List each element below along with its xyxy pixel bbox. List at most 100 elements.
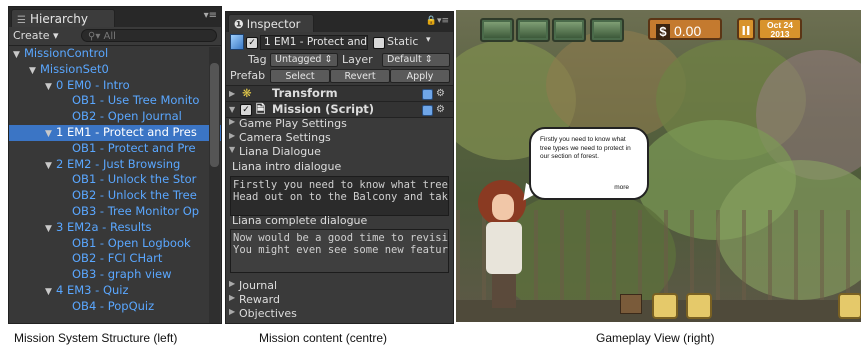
help-icon[interactable]	[422, 105, 433, 116]
hierarchy-item[interactable]: ▼ MissionControl	[9, 46, 221, 62]
hierarchy-item-label: OB1 - Unlock the Stor	[72, 172, 197, 187]
speech-more-link[interactable]: more	[614, 184, 629, 193]
expand-arrow-icon[interactable]: ▼	[45, 80, 56, 94]
lock-icon[interactable]: 🔒▾≡	[426, 16, 449, 26]
expand-arrow-icon[interactable]: ▼	[45, 222, 56, 236]
foldout-camera-settings[interactable]: ▶ Camera Settings	[226, 131, 453, 145]
hierarchy-item[interactable]: ▼ 2 EM2 - Just Browsing	[9, 157, 221, 173]
hierarchy-item-label: MissionSet0	[40, 61, 109, 76]
search-input[interactable]: ⚲▾ All	[81, 29, 217, 42]
hierarchy-item-label: OB1 - Open Logbook	[72, 235, 191, 250]
locked-item-icon[interactable]	[652, 293, 678, 319]
mission-script-header[interactable]: ▼ ✓ 🗎 Mission (Script) ⚙	[226, 101, 453, 118]
hierarchy-item[interactable]: ▼ 1 EM1 - Protect and Pres	[9, 124, 221, 141]
create-dropdown[interactable]: Create ▾	[13, 28, 59, 44]
money-display: $0.00	[648, 18, 722, 40]
foldout-liana-dialogue[interactable]: ▼ Liana Dialogue	[226, 145, 453, 159]
speech-bubble-text: Firstly you need to know what tree types…	[540, 136, 631, 160]
hierarchy-item[interactable]: ▼ 3 EM2a - Results	[9, 220, 221, 236]
speech-bubble[interactable]: Firstly you need to know what tree types…	[529, 127, 649, 200]
hierarchy-item-label: 3 EM2a - Results	[56, 219, 152, 234]
hierarchy-item[interactable]: ▼ 0 EM0 - Intro	[9, 78, 221, 94]
hierarchy-item[interactable]: ▼ 4 EM3 - Quiz	[9, 283, 221, 299]
expand-arrow-icon: ▶	[229, 293, 236, 302]
static-label: Static	[387, 35, 419, 48]
reward-label: Reward	[239, 293, 280, 306]
hierarchy-item-label: 2 EM2 - Just Browsing	[56, 156, 181, 171]
hierarchy-item[interactable]: OB4 - PopQuiz	[9, 299, 221, 315]
foldout-game-play-settings[interactable]: ▶ Game Play Settings	[226, 117, 453, 131]
money-value: 0.00	[674, 23, 702, 39]
gear-icon[interactable]: ⚙	[436, 102, 445, 117]
expand-arrow-icon[interactable]: ▼	[45, 159, 56, 173]
hierarchy-panel: ☰ Hierarchy ▾≡ Create ▾ ⚲▾ All ▼ MissionCo…	[8, 6, 222, 324]
expand-arrow-icon: ▶	[229, 279, 236, 288]
game-view[interactable]: $0.00 II Oct 24 2013 Firstly you need to …	[456, 10, 861, 322]
journal-label: Journal	[239, 279, 278, 292]
static-checkbox[interactable]	[373, 37, 385, 49]
hierarchy-item[interactable]: OB2 - FCI CHart	[9, 251, 221, 267]
static-dropdown-icon[interactable]: ▾	[426, 35, 431, 45]
object-name-field[interactable]: 1 EM1 - Protect and Pr	[260, 35, 368, 50]
locked-item-icon[interactable]	[838, 293, 861, 319]
liana-complete-label: Liana complete dialogue	[226, 214, 453, 228]
locked-item-icon[interactable]	[686, 293, 712, 319]
hierarchy-item-label: 1 EM1 - Protect and Pres	[56, 124, 197, 139]
inspector-panel: ❶Inspector 🔒▾≡ ✓ 1 EM1 - Protect and Pr …	[225, 11, 454, 324]
script-enabled-checkbox[interactable]: ✓	[240, 104, 252, 116]
prefab-label: Prefab	[230, 69, 266, 82]
layer-dropdown[interactable]: Default ⇕	[382, 53, 450, 67]
tag-dropdown[interactable]: Untagged ⇕	[270, 53, 338, 67]
prefab-revert-button[interactable]: Revert	[330, 69, 390, 83]
hud-map-tile[interactable]	[480, 18, 514, 42]
object-header: ✓ 1 EM1 - Protect and Pr Static ▾	[226, 34, 453, 52]
hierarchy-item-label: MissionControl	[24, 46, 109, 60]
pause-button[interactable]: II	[737, 18, 755, 40]
help-icon[interactable]	[422, 89, 433, 100]
expand-arrow-icon[interactable]: ▼	[45, 127, 56, 141]
caption-centre: Mission content (centre)	[259, 331, 388, 345]
hierarchy-item[interactable]: OB3 - graph view	[9, 267, 221, 283]
foldout-reward[interactable]: ▶ Reward	[226, 293, 453, 307]
prefab-apply-button[interactable]: Apply	[390, 69, 450, 83]
active-checkbox[interactable]: ✓	[246, 37, 258, 49]
scrollbar-thumb[interactable]	[210, 63, 219, 167]
hierarchy-item[interactable]: OB1 - Use Tree Monito	[9, 93, 221, 109]
panel-menu-icon[interactable]: ▾≡	[204, 10, 217, 21]
money-symbol: $	[656, 24, 670, 40]
hierarchy-item-label: OB2 - Open Journal	[72, 109, 182, 124]
character-coat	[486, 222, 522, 274]
gear-icon[interactable]: ⚙	[436, 86, 445, 101]
hierarchy-item[interactable]: OB1 - Protect and Pre	[9, 141, 221, 157]
hierarchy-item[interactable]: OB3 - Tree Monitor Op	[9, 204, 221, 220]
hierarchy-item[interactable]: ▼ MissionSet0	[9, 62, 221, 78]
transform-component-header[interactable]: ▶ ❋ Transform ⚙	[226, 85, 453, 102]
hud-map-tile[interactable]	[590, 18, 624, 42]
hierarchy-tabbar: ☰ Hierarchy ▾≡	[9, 7, 221, 27]
hierarchy-item[interactable]: OB2 - Unlock the Tree	[9, 188, 221, 204]
prefab-select-button[interactable]: Select	[270, 69, 330, 83]
liana-dialogue-label: Liana Dialogue	[239, 145, 321, 158]
foldout-objectives[interactable]: ▶ Objectives	[226, 307, 453, 321]
hierarchy-item[interactable]: OB1 - Unlock the Stor	[9, 172, 221, 188]
hud-map-tile[interactable]	[552, 18, 586, 42]
hud-map-tile[interactable]	[516, 18, 550, 42]
inspector-tab-label: Inspector	[246, 17, 301, 31]
hierarchy-tab[interactable]: ☰ Hierarchy	[11, 9, 115, 27]
journal-book-icon[interactable]	[620, 294, 642, 314]
expand-arrow-icon[interactable]: ▼	[45, 285, 56, 299]
liana-intro-textarea[interactable]: Firstly you need to know what tree types…	[230, 176, 449, 216]
date-line2: 2013	[770, 29, 790, 39]
expand-arrow-icon: ▶	[229, 89, 236, 98]
hierarchy-item[interactable]: OB1 - Open Logbook	[9, 236, 221, 252]
foldout-journal[interactable]: ▶ Journal	[226, 279, 453, 293]
expand-arrow-icon: ▶	[229, 307, 236, 316]
inspector-tab[interactable]: ❶ Inspector	[228, 14, 314, 32]
hierarchy-item[interactable]: OB2 - Open Journal	[9, 109, 221, 125]
expand-arrow-icon[interactable]: ▼	[13, 48, 24, 62]
character-legs	[492, 274, 516, 308]
liana-complete-textarea[interactable]: Now would be a good time to revisit the …	[230, 229, 449, 273]
prefab-row: Prefab Select Revert Apply	[226, 68, 453, 83]
search-placeholder: All	[103, 31, 116, 42]
expand-arrow-icon[interactable]: ▼	[29, 64, 40, 78]
